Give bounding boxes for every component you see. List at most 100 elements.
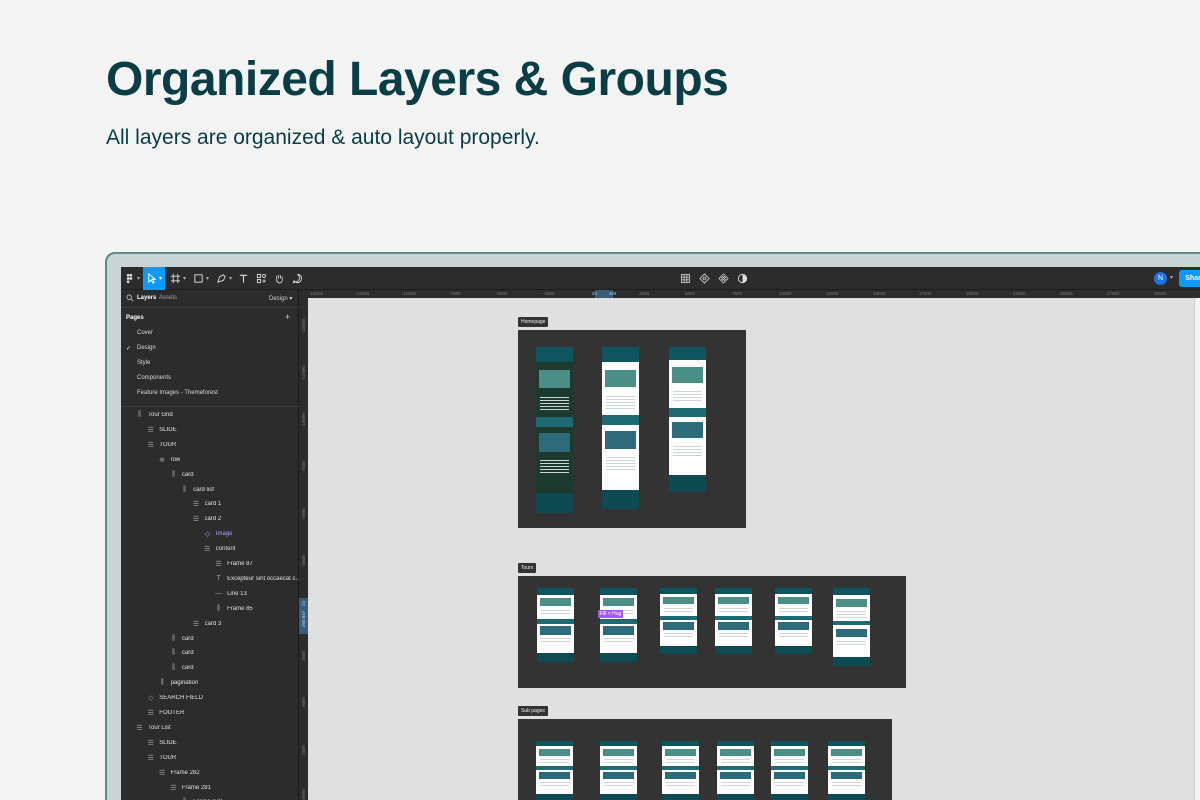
tab-assets[interactable]: Assets [159, 295, 177, 301]
auto-layout-badge: Fill × Hug [598, 610, 624, 618]
components-button[interactable] [716, 267, 730, 290]
page-thumbnail[interactable] [662, 741, 699, 800]
shape-tool-button[interactable]: ▾ [190, 267, 212, 290]
page-thumbnail[interactable] [715, 588, 752, 654]
layer-row[interactable]: ☰ Tour List [135, 721, 170, 735]
layer-row[interactable]: ☰ TOUR [146, 438, 177, 452]
section-label[interactable]: Homepage [518, 317, 549, 327]
main-menu-button[interactable]: ▾ [121, 267, 143, 290]
text-lines [774, 781, 805, 787]
page-thumbnail[interactable] [600, 741, 637, 800]
layer-row[interactable]: ☰ content [203, 542, 235, 556]
page-thumbnail[interactable] [669, 347, 706, 492]
layer-row[interactable]: ☰ card 2 [192, 512, 221, 526]
layer-row[interactable]: — Line 13 [214, 587, 247, 601]
pages-heading: Pages [126, 315, 144, 321]
comment-tool-button[interactable] [289, 267, 305, 290]
layer-label: card [181, 665, 194, 672]
dark-mode-button[interactable] [735, 267, 749, 290]
resources-button[interactable] [253, 267, 269, 290]
layers-panel: Layers Assets Design ▾ Pages + Cover Desi… [121, 290, 300, 800]
page-thumbnail[interactable] [600, 588, 637, 662]
layer-row[interactable]: ⫼Frame 272 [180, 795, 222, 800]
ruler-tick: 5000 [685, 291, 696, 296]
section-label[interactable]: Sub pages [518, 706, 548, 716]
page-thumbnail[interactable] [828, 741, 865, 800]
layer-row[interactable]: ◇ Image [203, 527, 233, 541]
layer-row[interactable]: ☰ FOOTER [146, 706, 185, 720]
chevron-down-icon[interactable]: ▾ [1170, 274, 1173, 281]
layer-row[interactable]: ⫼ Tour Grid [135, 408, 173, 422]
ruler-tick: -7500 [301, 461, 306, 473]
section-label[interactable]: Tours [518, 563, 537, 573]
layer-row[interactable]: ☰ TOUR [146, 751, 177, 765]
image-block [717, 622, 750, 630]
layer-row[interactable]: T Excepteur sint occaecat c... [214, 572, 300, 586]
layer-row[interactable]: ☰ Frame 281 [169, 781, 211, 795]
grid-icon [680, 274, 690, 283]
ruler-tick: 20000 [966, 291, 979, 296]
layer-row[interactable]: ⫼ card list [180, 483, 214, 497]
layer-row[interactable]: ⫼ card [169, 468, 194, 482]
component-grid-button[interactable] [678, 267, 692, 290]
page-item[interactable]: Cover [137, 330, 153, 336]
text-lines [718, 607, 749, 614]
text-tool-button[interactable] [235, 267, 251, 290]
page-selector[interactable]: Design ▾ [269, 295, 292, 302]
add-page-button[interactable]: + [285, 312, 290, 322]
page-thumbnail[interactable] [660, 588, 697, 654]
page-thumbnail[interactable] [537, 588, 574, 662]
layer-row[interactable]: ☰ card 1 [192, 497, 221, 511]
page-thumbnail[interactable] [717, 741, 754, 800]
color-band [600, 766, 637, 770]
text-lines [603, 638, 634, 645]
layer-row[interactable]: ⫼ card [169, 646, 194, 660]
share-button[interactable]: Share [1179, 270, 1200, 287]
layer-label: card list [193, 486, 214, 493]
text-lines [778, 607, 809, 614]
ruler-tick: 10000 [779, 291, 792, 296]
layer-row[interactable]: ⫼ pagination [158, 676, 199, 690]
search-icon[interactable] [126, 294, 134, 302]
layer-row[interactable]: ⫼ card [169, 661, 194, 675]
layer-label: pagination [170, 680, 199, 687]
text-lines [672, 390, 703, 403]
page-item[interactable]: Feature Images - Themeforest [137, 390, 218, 396]
layer-row[interactable]: ⫼ card [169, 632, 194, 646]
page-item[interactable]: Style [137, 360, 150, 366]
section-board[interactable] [518, 719, 892, 800]
layer-row[interactable]: ☰ Frame 87 [214, 557, 252, 571]
page-thumbnail[interactable] [775, 588, 812, 654]
text-icon [239, 274, 247, 283]
page-thumbnail[interactable] [833, 588, 870, 666]
layer-row[interactable]: ☰ SLIDE [146, 423, 177, 437]
layer-row[interactable]: ⊕ row [158, 453, 180, 467]
design-canvas[interactable]: Homepage Tours Fill × Hug Sub pages [308, 298, 1194, 800]
image-block [662, 597, 695, 605]
tab-layers[interactable]: Layers [137, 295, 156, 301]
frame-tool-button[interactable]: ▾ [167, 267, 189, 290]
move-tool-button[interactable]: ▾ [143, 267, 165, 290]
layer-row[interactable]: ☰ card 3 [192, 617, 221, 631]
page-thumbnail[interactable] [536, 741, 573, 800]
pen-tool-button[interactable]: ▾ [213, 267, 235, 290]
page-thumbnail[interactable] [536, 347, 573, 513]
hero-subtitle: All layers are organized & auto layout p… [106, 126, 540, 149]
section-board[interactable] [518, 330, 746, 528]
hand-tool-button[interactable] [271, 267, 287, 290]
section-board[interactable]: Fill × Hug [518, 576, 906, 688]
page-item[interactable]: Design [137, 345, 156, 351]
layer-row[interactable]: ⫼ Frame 85 [214, 602, 253, 616]
thumb-header [775, 588, 812, 594]
layer-row[interactable]: ☰ Frame 282 [158, 766, 200, 780]
layer-label: card [181, 650, 194, 657]
page-thumbnail[interactable] [771, 741, 808, 800]
layer-row[interactable]: ◇ SEARCH FIELD [146, 691, 203, 705]
text-lines [718, 632, 749, 639]
page-item[interactable]: Components [137, 375, 171, 381]
page-thumbnail[interactable] [602, 347, 639, 509]
layer-row[interactable]: ☰ SLIDE [146, 736, 177, 750]
user-avatar[interactable]: N [1154, 272, 1167, 285]
plugins-button[interactable] [697, 267, 711, 290]
layer-label: Line 13 [227, 590, 247, 597]
